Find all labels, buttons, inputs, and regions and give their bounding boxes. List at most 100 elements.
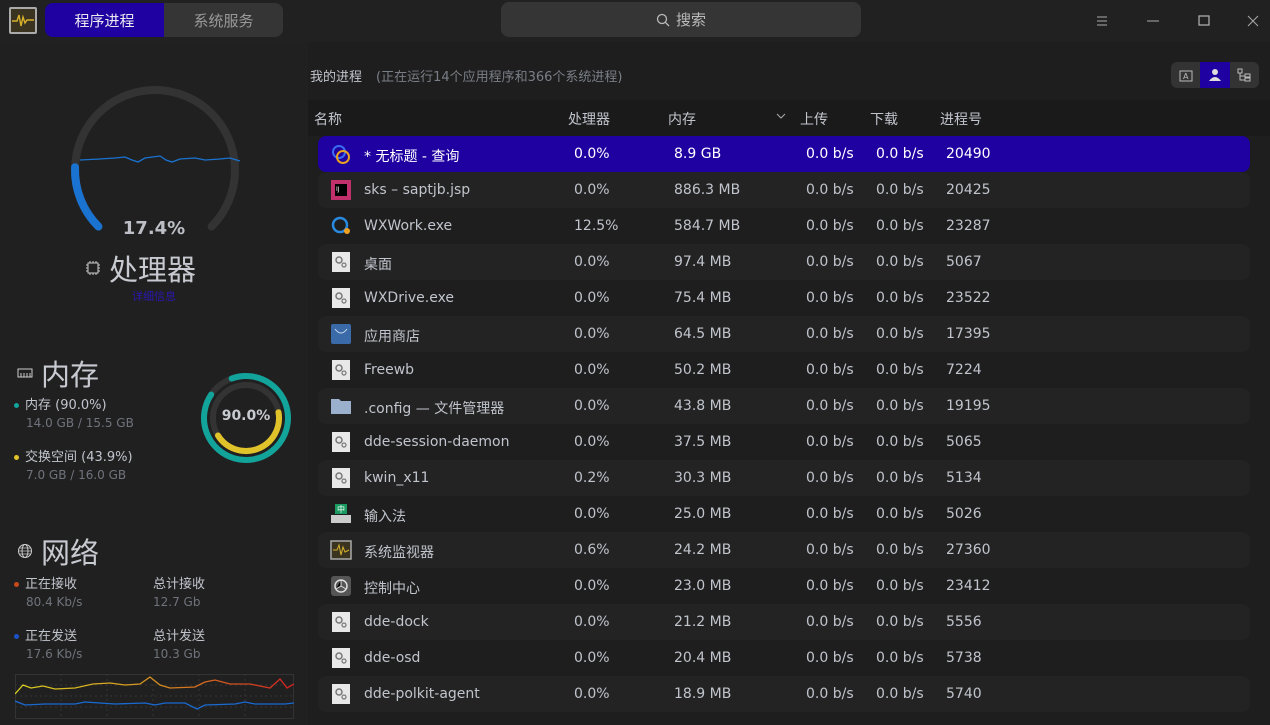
search-icon [656, 13, 670, 26]
close-button[interactable] [1240, 8, 1266, 34]
send-label: 正在发送 [25, 629, 78, 644]
minimize-button[interactable] [1140, 8, 1166, 34]
process-cpu: 0.0% [574, 254, 610, 270]
process-pid: 5065 [946, 434, 982, 450]
table-row[interactable]: dde-dock 0.0% 21.2 MB 0.0 b/s 0.0 b/s 5556 [318, 604, 1250, 640]
process-up: 0.0 b/s [806, 650, 854, 666]
process-mem: 23.0 MB [674, 578, 732, 594]
process-summary: (正在运行14个应用程序和366个系统进程) [376, 70, 623, 85]
app-filter-icon: A [1179, 70, 1193, 82]
table-row[interactable]: .config — 文件管理器 0.0% 43.8 MB 0.0 b/s 0.0 b/s… [318, 388, 1250, 424]
titlebar: 程序进程 系统服务 搜索 [0, 0, 1270, 42]
app-processes-button[interactable]: A [1171, 62, 1200, 88]
process-down: 0.0 b/s [876, 362, 924, 378]
process-name: WXDrive.exe [364, 290, 455, 306]
send-line [15, 700, 294, 710]
col-name[interactable]: 名称 [314, 109, 342, 129]
process-down: 0.0 b/s [876, 218, 924, 234]
process-up: 0.0 b/s [806, 542, 854, 558]
gear-icon [332, 360, 350, 380]
process-name: dde-polkit-agent [364, 686, 480, 702]
tab-services[interactable]: 系统服务 [164, 3, 283, 37]
process-mem: 584.7 MB [674, 218, 741, 234]
network-title: 网络 [41, 536, 100, 570]
maximize-button[interactable] [1191, 8, 1217, 34]
process-name: 控制中心 [364, 581, 420, 597]
table-row[interactable]: 应用商店 0.0% 64.5 MB 0.0 b/s 0.0 b/s 17395 [318, 316, 1250, 352]
search-input[interactable]: 搜索 [501, 2, 861, 37]
process-up: 0.0 b/s [806, 578, 854, 594]
swap-value: 7.0 GB / 16.0 GB [26, 468, 127, 482]
table-row[interactable]: 控制中心 0.0% 23.0 MB 0.0 b/s 0.0 b/s 23412 [318, 568, 1250, 604]
process-cpu: 0.0% [574, 146, 610, 162]
table-row[interactable]: 中输入法 0.0% 25.0 MB 0.0 b/s 0.0 b/s 5026 [318, 496, 1250, 532]
process-up: 0.0 b/s [806, 254, 854, 270]
table-row[interactable]: 系统监视器 0.6% 24.2 MB 0.0 b/s 0.0 b/s 27360 [318, 532, 1250, 568]
col-pid[interactable]: 进程号 [940, 109, 982, 129]
process-mem: 30.3 MB [674, 470, 732, 486]
process-up: 0.0 b/s [806, 506, 854, 522]
cpu-gauge-track [71, 86, 239, 231]
table-row[interactable]: kwin_x11 0.2% 30.3 MB 0.0 b/s 0.0 b/s 5134 [318, 460, 1250, 496]
process-pid: 23287 [946, 218, 991, 234]
process-name: Freewb [364, 362, 415, 378]
memory-label: 内存 (90.0%) [25, 398, 107, 413]
all-processes-button[interactable] [1230, 62, 1259, 88]
process-down: 0.0 b/s [876, 650, 924, 666]
keyboard-icon: 中 [331, 504, 351, 523]
table-row[interactable]: WXWork.exe 12.5% 584.7 MB 0.0 b/s 0.0 b/s 232… [318, 208, 1250, 244]
memory-title: 内存 [41, 358, 100, 392]
sidebar: 17.4% 处理器 详细信息 内存 内存 (90.0%) 14.0 GB / 1… [0, 42, 308, 725]
process-cpu: 0.0% [574, 506, 610, 522]
process-cpu: 0.0% [574, 650, 610, 666]
process-pid: 5556 [946, 614, 982, 630]
process-name: 应用商店 [364, 329, 420, 345]
total-send-label: 总计发送 [153, 629, 206, 644]
col-memory[interactable]: 内存 [668, 109, 696, 129]
process-up: 0.0 b/s [806, 218, 854, 234]
app-store-icon [331, 324, 351, 344]
table-row[interactable]: dde-session-daemon 0.0% 37.5 MB 0.0 b/s 0.0 … [318, 424, 1250, 460]
memory-value: 14.0 GB / 15.5 GB [26, 416, 134, 430]
process-cpu: 0.0% [574, 182, 610, 198]
svg-text:中: 中 [337, 504, 345, 514]
tab-processes[interactable]: 程序进程 [45, 3, 164, 37]
total-recv-value: 12.7 Gb [153, 595, 201, 609]
process-name: 输入法 [364, 509, 406, 525]
process-mem: 50.2 MB [674, 362, 732, 378]
process-down: 0.0 b/s [876, 686, 924, 702]
table-row[interactable]: dde-polkit-agent 0.0% 18.9 MB 0.0 b/s 0.0 b/… [318, 676, 1250, 712]
process-up: 0.0 b/s [806, 398, 854, 414]
table-row[interactable]: dde-osd 0.0% 20.4 MB 0.0 b/s 0.0 b/s 5738 [318, 640, 1250, 676]
memory-legend-dot [14, 403, 19, 408]
gear-icon [332, 684, 350, 704]
table-row[interactable]: Freewb 0.0% 50.2 MB 0.0 b/s 0.0 b/s 7224 [318, 352, 1250, 388]
gear-icon [332, 468, 350, 488]
col-cpu[interactable]: 处理器 [568, 109, 610, 129]
network-globe-icon [18, 544, 32, 558]
table-row[interactable]: * 无标题 - 查询 0.0% 8.9 GB 0.0 b/s 0.0 b/s 20490 [318, 136, 1250, 172]
col-upload[interactable]: 上传 [800, 109, 828, 129]
menu-button[interactable] [1089, 8, 1115, 34]
process-pid: 27360 [946, 542, 991, 558]
cpu-details-link[interactable]: 详细信息 [0, 288, 308, 304]
memory-icon [17, 368, 33, 378]
col-download[interactable]: 下载 [870, 109, 898, 129]
view-filter-buttons: A [1171, 62, 1259, 88]
process-cpu: 12.5% [574, 218, 619, 234]
process-name: dde-session-daemon [364, 434, 510, 450]
process-up: 0.0 b/s [806, 326, 854, 342]
db-app-icon [332, 145, 350, 164]
my-processes-button[interactable] [1200, 62, 1230, 88]
table-row[interactable]: WXDrive.exe 0.0% 75.4 MB 0.0 b/s 0.0 b/s 2352… [318, 280, 1250, 316]
table-row[interactable]: IJ sks – saptjb.jsp 0.0% 886.3 MB 0.0 b/s 0.0… [318, 172, 1250, 208]
recv-legend-dot [14, 582, 19, 587]
process-mem: 64.5 MB [674, 326, 732, 342]
cpu-gauge [71, 86, 241, 231]
process-name: sks – saptjb.jsp [364, 182, 471, 198]
process-up: 0.0 b/s [806, 614, 854, 630]
maximize-icon [1198, 15, 1210, 26]
gear-icon [332, 288, 350, 308]
table-row[interactable]: 桌面 0.0% 97.4 MB 0.0 b/s 0.0 b/s 5067 [318, 244, 1250, 280]
process-pid: 20490 [946, 146, 991, 162]
